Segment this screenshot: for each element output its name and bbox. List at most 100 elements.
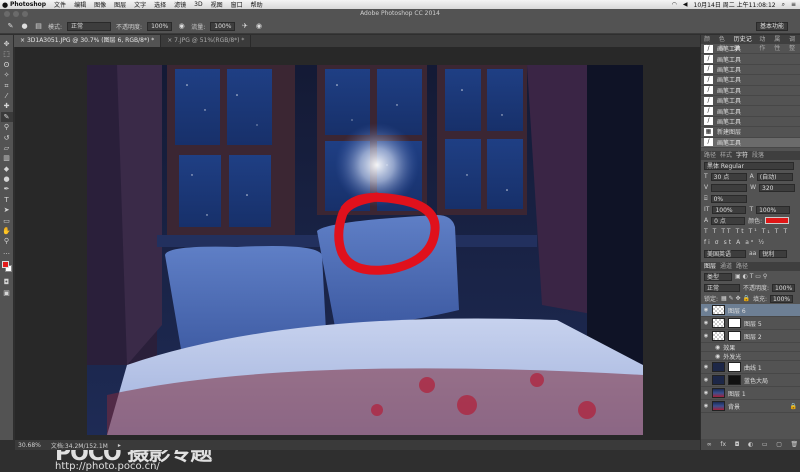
eraser-tool-icon[interactable]: ▱ [1,143,13,153]
layer-row[interactable]: ◉ 图层 5 [701,317,800,330]
crop-tool-icon[interactable]: ⌗ [1,81,13,91]
foreground-color[interactable] [1,261,9,269]
eyedropper-tool-icon[interactable]: ⁄ [1,91,13,101]
canvas-workarea[interactable]: POCO 摄影专题 http://photo.poco.cn/ [15,47,700,472]
small-caps-icon[interactable]: Tt [736,228,746,235]
gradient-tool-icon[interactable]: ▥ [1,153,13,163]
new-layer-icon[interactable]: ▢ [776,441,782,448]
history-item[interactable]: / 画笔工具 [701,75,800,86]
tab-document-1[interactable]: × 3D1A3051.JPG @ 30.7% (图层 6, RGB/8*) * [14,35,162,47]
shape-tool-icon[interactable]: ▭ [1,216,13,226]
brush-preset-icon[interactable]: ✎ [6,22,15,31]
layer-effect-outer-glow[interactable]: ◉ 外发光 [701,352,800,361]
menu-help[interactable]: 帮助 [251,0,263,9]
screen-mode-icon[interactable]: ▣ [1,288,13,298]
fill-field[interactable]: 100% [769,294,794,303]
history-item[interactable]: / 画笔工具 [701,54,800,65]
brush-size-icon[interactable]: ● [20,22,29,31]
all-caps-icon[interactable]: TT [721,228,732,235]
language-select[interactable]: 美国英语 [704,249,746,258]
eye-icon[interactable]: ◉ [703,377,709,383]
history-item[interactable]: / 画笔工具 [701,44,800,55]
lock-icons[interactable]: ▦ ✎ ✥ 🔒 [721,295,750,302]
ligature-icon[interactable]: fi [704,239,712,246]
effect-eye-icon[interactable]: ◉ [715,353,720,360]
list-icon[interactable]: ≡ [791,1,796,8]
alt-icon[interactable]: A [736,239,742,246]
path-select-icon[interactable]: ➤ [1,205,13,215]
hand-tool-icon[interactable]: ✋ [1,226,13,236]
eye-icon[interactable]: ◉ [703,307,709,313]
tab-paths[interactable]: 路径 [704,151,716,160]
kerning-field[interactable] [711,183,748,192]
stamp-tool-icon[interactable]: ⚲ [1,122,13,132]
flow-field[interactable]: 100% [210,21,236,31]
app-menu[interactable]: Photoshop [10,1,46,8]
brush-panel-icon[interactable]: ▤ [34,22,43,31]
menu-3d[interactable]: 3D [194,1,202,8]
history-item[interactable]: / 画笔工具 [701,86,800,96]
tab-paths-layers[interactable]: 路径 [736,262,748,271]
text-color-swatch[interactable] [765,217,790,224]
eye-icon[interactable]: ◉ [703,364,709,370]
menu-image[interactable]: 图像 [94,0,106,9]
tab-swatches[interactable]: 色板 [719,35,730,52]
menu-filter[interactable]: 滤镜 [174,0,186,9]
layer-row[interactable]: ◉ 图层 2 [701,330,800,343]
menu-window[interactable]: 窗口 [231,0,243,9]
quick-mask-icon[interactable]: ◘ [1,277,13,287]
strike-icon[interactable]: T [783,228,789,235]
healing-tool-icon[interactable]: ✚ [1,101,13,111]
type-tool-icon[interactable]: T [1,195,13,205]
leading-field[interactable]: (自动) [756,172,793,181]
pen-tool-icon[interactable]: ✒ [1,184,13,194]
tab-properties[interactable]: 属性 [774,35,785,52]
opacity-field[interactable]: 100% [147,21,173,31]
more-tools-icon[interactable]: … [1,247,13,257]
layer-row[interactable]: ◉ 背景 🔒 [701,400,800,413]
menu-view[interactable]: 视图 [211,0,223,9]
airbrush-icon[interactable]: ✈ [240,22,249,31]
history-item[interactable]: / 画笔工具 [701,106,800,117]
volume-icon[interactable]: ◀ [683,1,688,8]
layer-filter-select[interactable]: 类型 [704,272,732,281]
swash-icon[interactable]: σ [715,239,721,246]
ordinal-icon[interactable]: aᵃ [745,239,755,246]
quick-select-tool-icon[interactable]: ✧ [1,70,13,80]
tab-close-icon[interactable]: × [20,37,27,44]
hscale-field[interactable]: 100% [756,205,791,214]
mode-select[interactable]: 正常 [67,21,112,31]
zoom-tool-icon[interactable]: ⚲ [1,236,13,246]
brush-tool-icon[interactable]: ✎ [0,111,13,123]
clock[interactable]: 10月14日 周二 上午11:08:12 [694,0,776,9]
menu-select[interactable]: 选择 [154,0,166,9]
layer-effects-row[interactable]: ◉ 效果 [701,343,800,352]
status-arrow-icon[interactable]: ▸ [118,442,121,449]
link-icon[interactable]: ∞ [707,441,712,448]
fraction-icon[interactable]: ½ [758,239,766,246]
history-item[interactable]: ▦ 新建图层 [701,127,800,138]
history-item[interactable]: / 画笔工具 [701,137,800,148]
adjustment-icon[interactable]: ◐ [748,441,753,448]
tab-styles[interactable]: 样式 [720,151,732,160]
group-icon[interactable]: ▭ [762,441,768,448]
font-family-select[interactable]: 黑体 Regular [704,161,794,170]
tab-actions[interactable]: 动作 [759,35,770,52]
eye-icon[interactable]: ◉ [703,333,709,339]
st-icon[interactable]: st [724,239,733,246]
menu-edit[interactable]: 编辑 [74,0,86,9]
layer-row[interactable]: ◉ 曲线 1 [701,361,800,374]
pressure-size-icon[interactable]: ◉ [254,22,263,31]
document-canvas[interactable] [87,65,643,435]
tab-history[interactable]: 历史记录 [734,35,756,52]
history-brush-icon[interactable]: ↺ [1,133,13,143]
filter-icons[interactable]: ▣ ◐ T ▭ ⚲ [735,273,767,280]
subscript-icon[interactable]: T₁ [762,228,772,235]
layer-row[interactable]: ◉ 图层 6 [701,304,800,317]
tsume-field[interactable]: 0% [710,194,747,203]
tab-layers[interactable]: 图层 [704,262,716,271]
menu-type[interactable]: 文字 [134,0,146,9]
faux-bold-icon[interactable]: T [704,228,710,235]
document-size[interactable]: 文档:34.2M/152.1M [51,441,108,450]
effects-eye-icon[interactable]: ◉ [715,344,720,351]
